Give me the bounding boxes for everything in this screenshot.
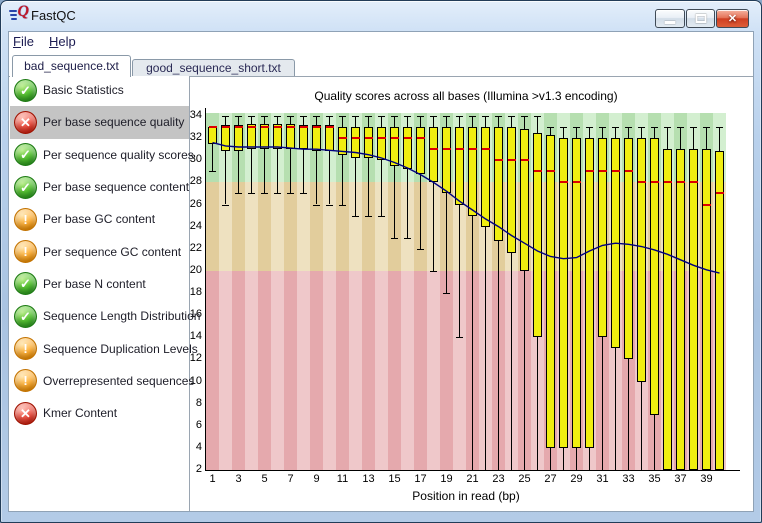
check-icon: ✓ <box>14 143 37 167</box>
sidebar-item-label: Per sequence quality scores <box>43 147 194 162</box>
check-icon: ✓ <box>14 304 37 328</box>
x-tick-label: 33 <box>622 473 635 485</box>
x-tick-label: 5 <box>261 473 268 485</box>
chart-title: Quality scores across all bases (Illumin… <box>314 89 618 103</box>
sidebar-item-per-base-sequence-quality[interactable]: ✕ Per base sequence quality <box>10 106 189 139</box>
fastqc-window: Q FastQC ✕ File Help bad_sequence.txt go… <box>0 0 762 523</box>
check-icon: ✓ <box>14 272 37 296</box>
sidebar-item-sequence-length-distribution[interactable]: ✓ Sequence Length Distribution <box>10 300 200 333</box>
sidebar-item-label: Per base GC content <box>43 212 156 227</box>
sidebar-item-label: Kmer Content <box>43 406 118 421</box>
menu-help[interactable]: Help <box>42 33 83 51</box>
x-tick-label: 29 <box>570 473 583 485</box>
sidebar-item-label: Per base sequence content <box>43 180 190 195</box>
sidebar-item-label: Sequence Duplication Levels <box>43 341 198 356</box>
x-tick-label: 31 <box>596 473 609 485</box>
x-axis-line <box>205 470 740 471</box>
sidebar-item-label: Per base sequence quality <box>43 115 185 130</box>
close-button[interactable]: ✕ <box>716 9 749 28</box>
y-tick-label: 4 <box>195 440 202 453</box>
x-tick-label: 15 <box>388 473 401 485</box>
sidebar-item-kmer-content[interactable]: ✕ Kmer Content <box>10 396 189 430</box>
x-tick-label: 19 <box>440 473 453 485</box>
module-list: ✓ Basic Statistics ✕ Per base sequence qual… <box>10 74 200 430</box>
x-tick-label: 1 <box>209 473 216 485</box>
x-tick-label: 35 <box>648 473 661 485</box>
sidebar-item-per-base-sequence-content[interactable]: ✓ Per base sequence content <box>10 170 190 204</box>
sidebar-item-per-base-n-content[interactable]: ✓ Per base N content <box>10 267 189 301</box>
check-icon: ✓ <box>14 175 37 199</box>
x-tick-label: 23 <box>492 473 505 485</box>
chart-x-axis-label: Position in read (bp) <box>412 489 520 503</box>
sidebar-item-per-base-gc-content[interactable]: ! Per base GC content <box>10 203 189 236</box>
x-tick-label: 25 <box>518 473 531 485</box>
warning-icon: ! <box>14 240 37 264</box>
maximize-button[interactable] <box>686 9 715 28</box>
check-icon: ✓ <box>14 78 37 102</box>
x-tick-label: 9 <box>313 473 320 485</box>
y-tick-label: 2 <box>195 463 202 475</box>
minimize-icon <box>664 21 676 24</box>
x-tick-label: 7 <box>287 473 294 485</box>
x-tick-label: 39 <box>700 473 713 485</box>
cross-icon: ✕ <box>14 110 37 134</box>
fastqc-logo-icon: Q <box>9 3 29 24</box>
x-tick-label: 13 <box>362 473 375 485</box>
sidebar-item-basic-statistics[interactable]: ✓ Basic Statistics <box>10 74 189 107</box>
menu-file[interactable]: File <box>6 33 41 51</box>
x-tick-label: 37 <box>674 473 687 485</box>
tab-good-sequence-short[interactable]: good_sequence_short.txt <box>132 59 295 76</box>
sidebar-item-overrepresented-sequences[interactable]: ! Overrepresented sequences <box>10 364 194 397</box>
x-tick-label: 11 <box>336 473 349 485</box>
x-tick-label: 21 <box>466 473 479 485</box>
y-axis-line <box>205 108 206 471</box>
tab-bad-sequence[interactable]: bad_sequence.txt <box>12 55 131 77</box>
cross-icon: ✕ <box>14 401 37 425</box>
sidebar-item-per-sequence-gc-content[interactable]: ! Per sequence GC content <box>10 235 189 268</box>
warning-icon: ! <box>14 369 37 393</box>
warning-icon: ! <box>14 207 37 231</box>
x-tick-label: 3 <box>235 473 242 485</box>
sidebar-item-label: Per sequence GC content <box>43 244 182 259</box>
sidebar-item-sequence-duplication-levels[interactable]: ! Sequence Duplication Levels <box>10 332 198 365</box>
sidebar-item-per-sequence-quality-scores[interactable]: ✓ Per sequence quality scores <box>10 138 194 171</box>
warning-icon: ! <box>14 337 37 361</box>
sidebar-item-label: Per base N content <box>43 276 146 291</box>
close-icon: ✕ <box>727 13 738 25</box>
minimize-button[interactable] <box>655 9 685 28</box>
window-title: FastQC <box>31 8 76 23</box>
maximize-icon <box>695 14 706 23</box>
x-tick-label: 17 <box>414 473 427 485</box>
x-tick-label: 27 <box>544 473 557 485</box>
sidebar-item-label: Basic Statistics <box>43 83 124 98</box>
sidebar-item-label: Overrepresented sequences <box>43 373 195 388</box>
sidebar-item-label: Sequence Length Distribution <box>43 309 201 324</box>
mean-quality-line <box>212 141 720 274</box>
